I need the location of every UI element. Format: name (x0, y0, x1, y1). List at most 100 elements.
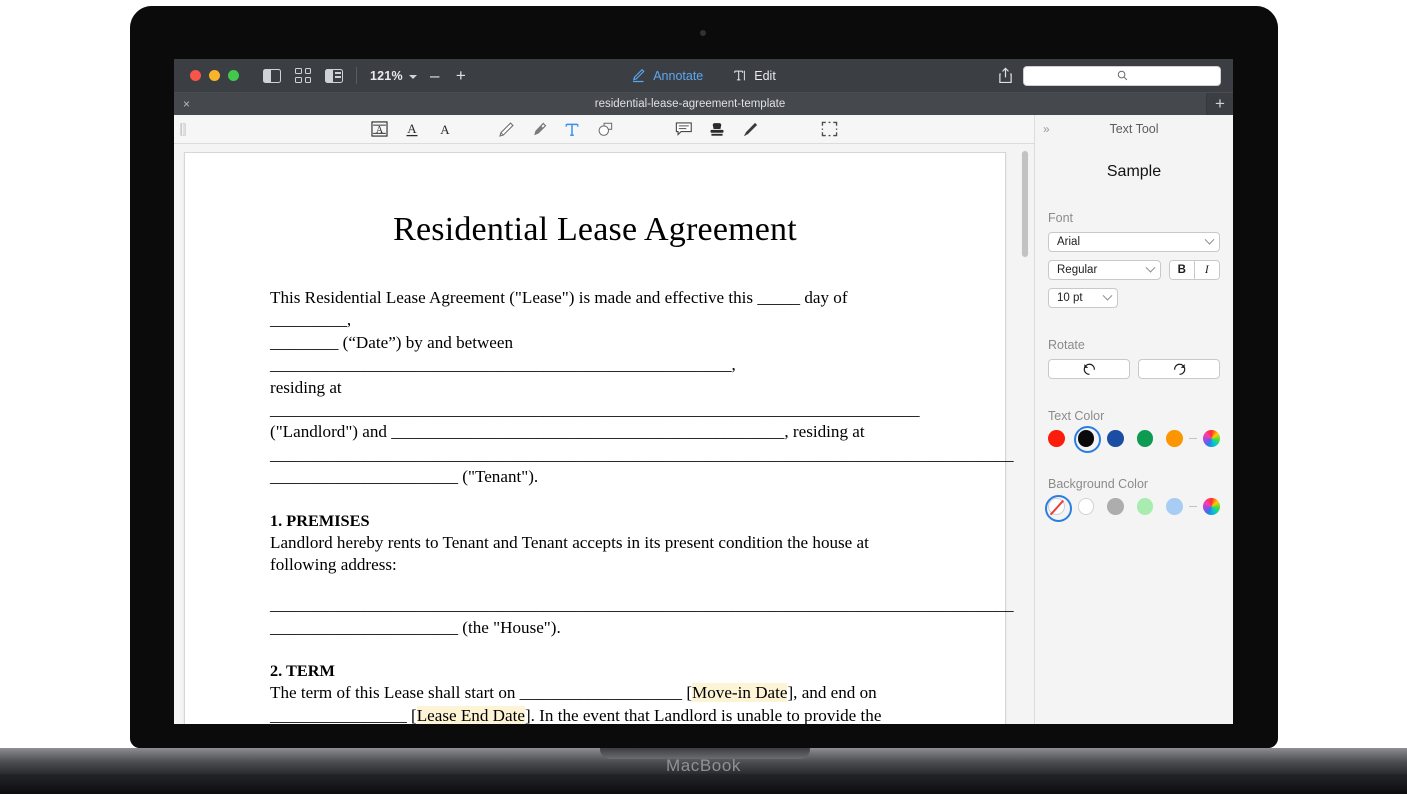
term-text-part: ________________ [ (270, 706, 417, 724)
document-tab[interactable]: × residential-lease-agreement-template (174, 93, 1207, 115)
rotate-clockwise-button[interactable] (1138, 359, 1220, 379)
document-body-line: ________________________________________… (270, 594, 920, 616)
rotate-counterclockwise-icon (1082, 362, 1097, 376)
font-size-row: 10 pt (1035, 288, 1233, 308)
background-color-none[interactable] (1048, 498, 1065, 515)
edit-mode-label: Edit (754, 69, 776, 83)
macbook-base-shadow (0, 774, 1407, 794)
collapse-panel-button[interactable]: » (1043, 122, 1050, 136)
rotate-buttons-row (1035, 359, 1233, 379)
sidebar-view-icon[interactable] (263, 69, 281, 83)
rotate-section-label: Rotate (1048, 338, 1233, 352)
document-intro-line: residing at ____________________________… (270, 377, 920, 422)
app-body: A A (174, 115, 1233, 724)
text-color-section: Text Color (1035, 409, 1233, 447)
background-color-light-blue[interactable] (1166, 498, 1183, 515)
background-color-wheel-button[interactable] (1203, 498, 1220, 515)
font-family-select[interactable]: Arial (1048, 232, 1220, 252)
zoom-level-value[interactable]: 121% (370, 69, 403, 83)
document-intro-line: This Residential Lease Agreement ("Lease… (270, 287, 920, 332)
background-color-label: Background Color (1048, 477, 1233, 491)
chevron-down-icon[interactable] (409, 75, 417, 79)
font-section: Font Arial Regular B (1035, 211, 1233, 308)
highlight-move-in-date[interactable]: Move-in Date (692, 683, 787, 702)
text-color-black[interactable] (1078, 430, 1095, 447)
annotate-pen-icon (631, 68, 646, 83)
shape-icon[interactable] (589, 117, 622, 141)
swatch-connector (1189, 506, 1198, 507)
document-intro-line: ______________________ ("Tenant"). (270, 466, 920, 488)
new-tab-button[interactable]: + (1207, 93, 1233, 115)
pencil-icon[interactable] (490, 117, 523, 141)
section-heading-premises: 1. PREMISES (270, 511, 920, 531)
bold-button[interactable]: B (1170, 261, 1195, 279)
text-color-orange[interactable] (1166, 430, 1183, 447)
svg-text:A: A (375, 125, 383, 136)
highlighter-marker-icon[interactable] (523, 117, 556, 141)
text-color-wheel-button[interactable] (1203, 430, 1220, 447)
panel-title: Text Tool (1035, 122, 1233, 136)
rotate-counterclockwise-button[interactable] (1048, 359, 1130, 379)
view-mode-group[interactable] (263, 68, 343, 83)
annotate-mode-button[interactable]: Annotate (631, 68, 703, 83)
italic-button[interactable]: I (1195, 261, 1219, 279)
edit-mode-button[interactable]: Edit (733, 68, 776, 83)
highlight-lease-end-date[interactable]: Lease End Date (417, 706, 525, 724)
rotate-clockwise-icon (1172, 362, 1187, 376)
text-color-navy[interactable] (1107, 430, 1124, 447)
scrollbar-thumb[interactable] (1021, 150, 1029, 258)
annotation-toolbar: A A (174, 115, 1034, 144)
close-tab-button[interactable]: × (183, 98, 190, 110)
background-color-gray[interactable] (1107, 498, 1124, 515)
text-cursor-icon (733, 68, 747, 83)
vertical-scrollbar[interactable] (1021, 148, 1030, 724)
text-color-swatches (1035, 430, 1233, 447)
macbook-label: MacBook (0, 756, 1407, 776)
window-titlebar: 121% – + Annotate (174, 59, 1233, 92)
highlight-text-icon[interactable]: A (363, 117, 396, 141)
strikethrough-text-icon[interactable]: A (429, 117, 462, 141)
toolbar-drag-handle[interactable] (180, 123, 186, 136)
minimize-window-button[interactable] (209, 70, 220, 81)
font-family-row: Arial (1035, 232, 1233, 252)
text-color-red[interactable] (1048, 430, 1065, 447)
crop-select-icon[interactable] (813, 117, 846, 141)
search-input[interactable] (1023, 66, 1221, 86)
term-text-part: ], and end on (787, 683, 876, 702)
maximize-window-button[interactable] (228, 70, 239, 81)
text-color-green[interactable] (1137, 430, 1154, 447)
font-size-select[interactable]: 10 pt (1048, 288, 1118, 308)
font-style-value: Regular (1057, 264, 1097, 276)
chevron-down-icon (1146, 262, 1156, 272)
text-tool-icon[interactable] (556, 117, 589, 141)
zoom-controls[interactable]: 121% – + (370, 67, 469, 84)
window-controls[interactable] (190, 70, 239, 81)
close-window-button[interactable] (190, 70, 201, 81)
document-area: A A (174, 115, 1034, 724)
document-intro-line: ________________________________________… (270, 444, 920, 466)
split-view-icon[interactable] (325, 69, 343, 83)
search-icon (1117, 70, 1128, 81)
background-color-white[interactable] (1078, 498, 1095, 515)
document-body-line: ________________ [Lease End Date]. In th… (270, 705, 920, 724)
comment-note-icon[interactable] (668, 117, 701, 141)
toolbar-divider (356, 67, 357, 84)
page-scroll-container: Residential Lease Agreement This Residen… (174, 144, 1034, 724)
zoom-out-button[interactable]: – (427, 67, 443, 84)
stamp-icon[interactable] (701, 117, 734, 141)
grid-view-icon[interactable] (295, 68, 311, 83)
zoom-in-button[interactable]: + (453, 67, 469, 84)
webcam-icon (700, 30, 706, 36)
font-style-select[interactable]: Regular (1048, 260, 1161, 280)
font-size-value: 10 pt (1057, 292, 1083, 304)
font-sample-preview: Sample (1035, 163, 1233, 181)
underline-text-icon[interactable]: A (396, 117, 429, 141)
panel-header: » Text Tool (1035, 115, 1233, 143)
term-text-part: ]. In the event that Landlord is unable … (525, 706, 882, 724)
background-color-light-green[interactable] (1137, 498, 1154, 515)
document-page: Residential Lease Agreement This Residen… (184, 152, 1006, 724)
background-color-swatches (1035, 498, 1233, 515)
background-color-section: Background Color (1035, 477, 1233, 515)
signature-pen-icon[interactable] (734, 117, 767, 141)
share-icon[interactable] (998, 67, 1013, 84)
